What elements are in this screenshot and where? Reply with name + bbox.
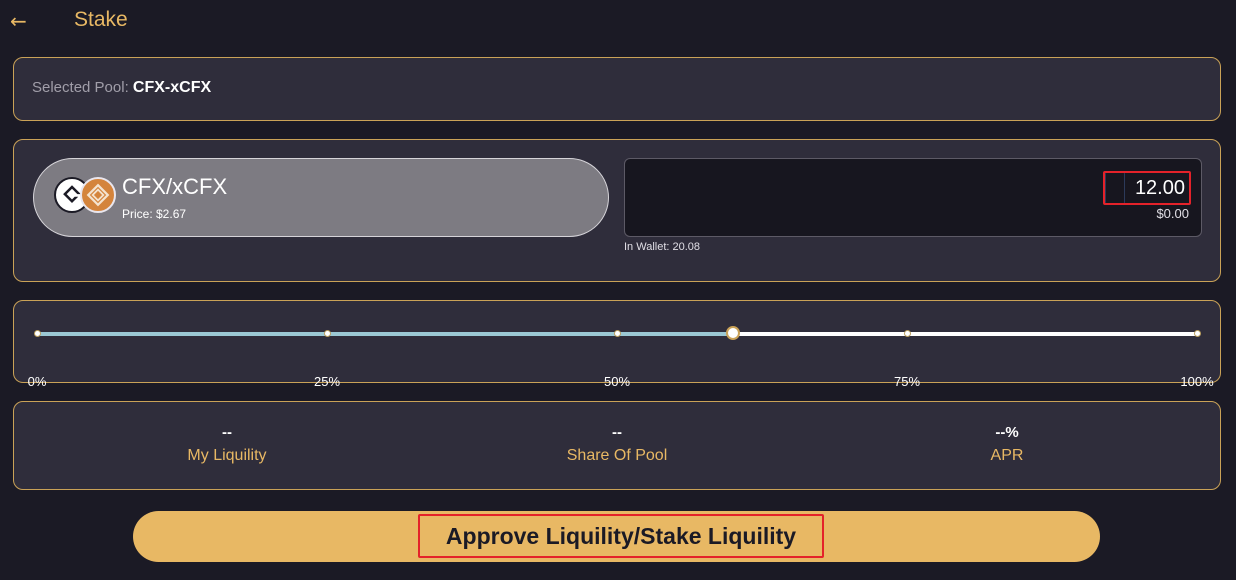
slider-tick-75[interactable]: [904, 330, 911, 337]
token-pair-icons: [54, 177, 124, 217]
my-liquidity-value: --: [222, 424, 232, 441]
slider-tick-label: 75%: [893, 374, 921, 389]
selected-pool-card: Selected Pool: CFX-xCFX: [13, 57, 1221, 121]
amount-box: $0.00: [624, 158, 1202, 237]
percent-slider[interactable]: 0% 25% 50% 75% 100%: [28, 326, 1214, 389]
slider-track-fill: [37, 332, 733, 336]
token-pair-name: CFX/xCFX: [122, 174, 228, 199]
slider-tick-label: 50%: [603, 374, 631, 389]
token-selector[interactable]: CFX/xCFX Price: $2.67: [33, 158, 609, 237]
apr-label: APR: [990, 447, 1024, 464]
selected-pool-value: CFX-xCFX: [132, 79, 212, 96]
share-of-pool-value: --: [612, 424, 622, 441]
selected-pool: Selected Pool: CFX-xCFX: [32, 79, 211, 97]
token-price: Price: $2.67: [122, 207, 187, 221]
apr-value: --%: [995, 424, 1019, 441]
wallet-balance: In Wallet: 20.08: [624, 241, 701, 253]
slider-tick-label: 100%: [1180, 374, 1214, 389]
my-liquidity-stat: -- My Liquility: [77, 424, 377, 465]
percent-slider-card: 0% 25% 50% 75% 100%: [13, 300, 1221, 389]
slider-tick-25[interactable]: [324, 330, 331, 337]
slider-tick-50[interactable]: [614, 330, 621, 337]
slider-tick-0[interactable]: [34, 330, 41, 337]
selected-pool-label: Selected Pool:: [32, 79, 129, 96]
amount-usd-value: $0.00: [1156, 206, 1189, 221]
page-header: ← Stake: [0, 0, 1236, 44]
share-of-pool-stat: -- Share Of Pool: [467, 424, 767, 465]
apr-stat: --% APR: [857, 424, 1157, 465]
arrow-left-icon[interactable]: ←: [10, 8, 34, 34]
liquidity-stats-card: -- My Liquility -- Share Of Pool --% APR: [13, 401, 1221, 490]
slider-tick-100[interactable]: [1194, 330, 1201, 337]
approve-stake-button[interactable]: Approve Liquility/Stake Liquility: [133, 511, 1100, 562]
approve-stake-label: Approve Liquility/Stake Liquility: [418, 514, 824, 558]
amount-input[interactable]: [1103, 171, 1191, 205]
page-title: Stake: [74, 8, 128, 31]
slider-tick-label: 0%: [27, 374, 47, 389]
xcfx-token-icon: [80, 177, 116, 213]
slider-tick-label: 25%: [313, 374, 341, 389]
stake-input-card: CFX/xCFX Price: $2.67 $0.00 In Wallet: 2…: [13, 139, 1221, 282]
slider-handle[interactable]: [726, 326, 740, 340]
my-liquidity-label: My Liquility: [187, 447, 267, 464]
share-of-pool-label: Share Of Pool: [566, 447, 668, 464]
